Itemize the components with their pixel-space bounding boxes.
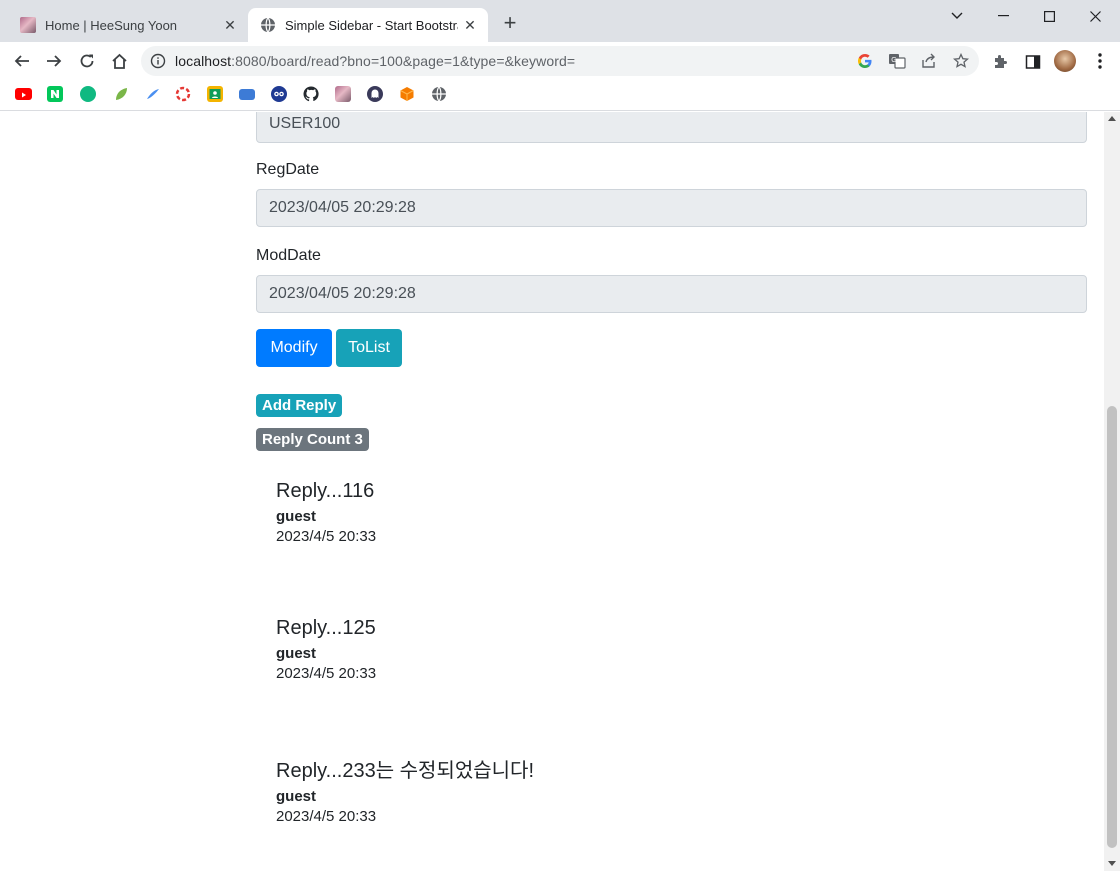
new-tab-button[interactable]: + xyxy=(498,12,522,36)
tab-search-chevron-icon[interactable] xyxy=(934,0,980,32)
classroom-icon[interactable] xyxy=(207,86,223,102)
ghost-icon[interactable] xyxy=(367,86,383,102)
url-text[interactable]: localhost:8080/board/read?bno=100&page=1… xyxy=(175,53,575,69)
browser-toolbar: localhost:8080/board/read?bno=100&page=1… xyxy=(0,42,1120,80)
reply-writer: guest xyxy=(276,788,317,805)
writer-field[interactable]: USER100 xyxy=(256,112,1087,143)
close-window-icon[interactable] xyxy=(1072,0,1118,32)
forward-arrow-icon[interactable] xyxy=(40,47,68,75)
green-circle-icon[interactable] xyxy=(80,86,96,102)
owl-icon[interactable] xyxy=(271,86,287,102)
reply-text: Reply...116 xyxy=(276,480,375,502)
regdate-label: RegDate xyxy=(256,161,320,178)
naver-icon[interactable] xyxy=(47,86,63,102)
reply-date: 2023/4/5 20:33 xyxy=(276,808,377,825)
reply-writer: guest xyxy=(276,508,317,525)
back-arrow-icon[interactable] xyxy=(8,47,36,75)
tab-title: Home | HeeSung Yoon xyxy=(45,17,178,33)
scroll-up-arrow-icon[interactable] xyxy=(1108,116,1116,121)
close-tab-icon[interactable]: ✕ xyxy=(458,17,482,34)
reply-item[interactable]: Reply...116 guest 2023/4/5 20:33 xyxy=(276,480,976,545)
tab-home[interactable]: Home | HeeSung Yoon ✕ xyxy=(8,8,248,42)
url-path: :8080/board/read?bno=100&page=1&type=&ke… xyxy=(231,53,576,69)
url-host: localhost xyxy=(175,53,232,69)
tab-simple-sidebar[interactable]: Simple Sidebar - Start Bootstrap ✕ xyxy=(248,8,488,42)
reply-writer: guest xyxy=(276,645,317,662)
globe-icon xyxy=(260,17,276,33)
reply-count-badge[interactable]: Reply Count 3 xyxy=(256,428,369,451)
globe-icon[interactable] xyxy=(431,86,447,102)
site-info-icon[interactable] xyxy=(150,53,166,74)
side-panel-icon[interactable] xyxy=(1023,52,1043,72)
scroll-down-arrow-icon[interactable] xyxy=(1108,861,1116,866)
tab-title: Simple Sidebar - Start Bootstrap xyxy=(285,17,458,33)
menu-kebab-icon[interactable] xyxy=(1092,51,1108,71)
dbdiagram-icon[interactable] xyxy=(239,89,255,100)
reply-date: 2023/4/5 20:33 xyxy=(276,665,377,682)
reply-item[interactable]: Reply...233는 수정되었습니다! guest 2023/4/5 20:… xyxy=(276,754,976,825)
reload-icon[interactable] xyxy=(73,47,101,75)
cube-icon[interactable] xyxy=(399,86,415,102)
moddate-label: ModDate xyxy=(256,247,321,264)
svg-text:G: G xyxy=(891,57,896,64)
extensions-puzzle-icon[interactable] xyxy=(990,52,1010,72)
regdate-field[interactable]: 2023/04/05 20:29:28 xyxy=(256,189,1087,227)
photo-icon[interactable] xyxy=(335,86,351,102)
reply-text: Reply...233는 수정되었습니다! xyxy=(276,760,535,782)
github-icon[interactable] xyxy=(303,86,319,102)
page-viewport: USER100 RegDate 2023/04/05 20:29:28 ModD… xyxy=(0,112,1104,871)
moddate-field[interactable]: 2023/04/05 20:29:28 xyxy=(256,275,1087,313)
browser-titlebar: Home | HeeSung Yoon ✕ Simple Sidebar - S… xyxy=(0,0,1120,42)
bookmarks-bar xyxy=(0,80,1120,111)
minimize-icon[interactable] xyxy=(980,0,1026,32)
maximize-icon[interactable] xyxy=(1026,0,1072,32)
reply-date: 2023/4/5 20:33 xyxy=(276,528,377,545)
address-bar[interactable]: localhost:8080/board/read?bno=100&page=1… xyxy=(141,46,979,76)
share-icon[interactable] xyxy=(920,52,938,70)
reply-item[interactable]: Reply...125 guest 2023/4/5 20:33 xyxy=(276,617,976,682)
scrollbar-thumb[interactable] xyxy=(1107,406,1117,848)
tolist-button[interactable]: ToList xyxy=(336,329,402,367)
lifebuoy-icon[interactable] xyxy=(175,86,191,102)
close-tab-icon[interactable]: ✕ xyxy=(218,17,242,34)
vertical-scrollbar[interactable] xyxy=(1104,112,1120,871)
reply-text: Reply...125 xyxy=(276,617,376,639)
add-reply-badge[interactable]: Add Reply xyxy=(256,394,343,417)
blue-feather-icon[interactable] xyxy=(145,86,161,102)
photo-favicon-icon xyxy=(20,17,36,33)
youtube-icon[interactable] xyxy=(15,88,32,100)
home-icon[interactable] xyxy=(105,47,133,75)
leaf-icon[interactable] xyxy=(113,86,129,102)
bookmark-star-icon[interactable] xyxy=(952,52,970,70)
translate-icon[interactable]: G xyxy=(888,52,906,70)
google-icon[interactable] xyxy=(856,52,874,70)
profile-avatar[interactable] xyxy=(1054,50,1076,72)
modify-button[interactable]: Modify xyxy=(256,329,332,367)
